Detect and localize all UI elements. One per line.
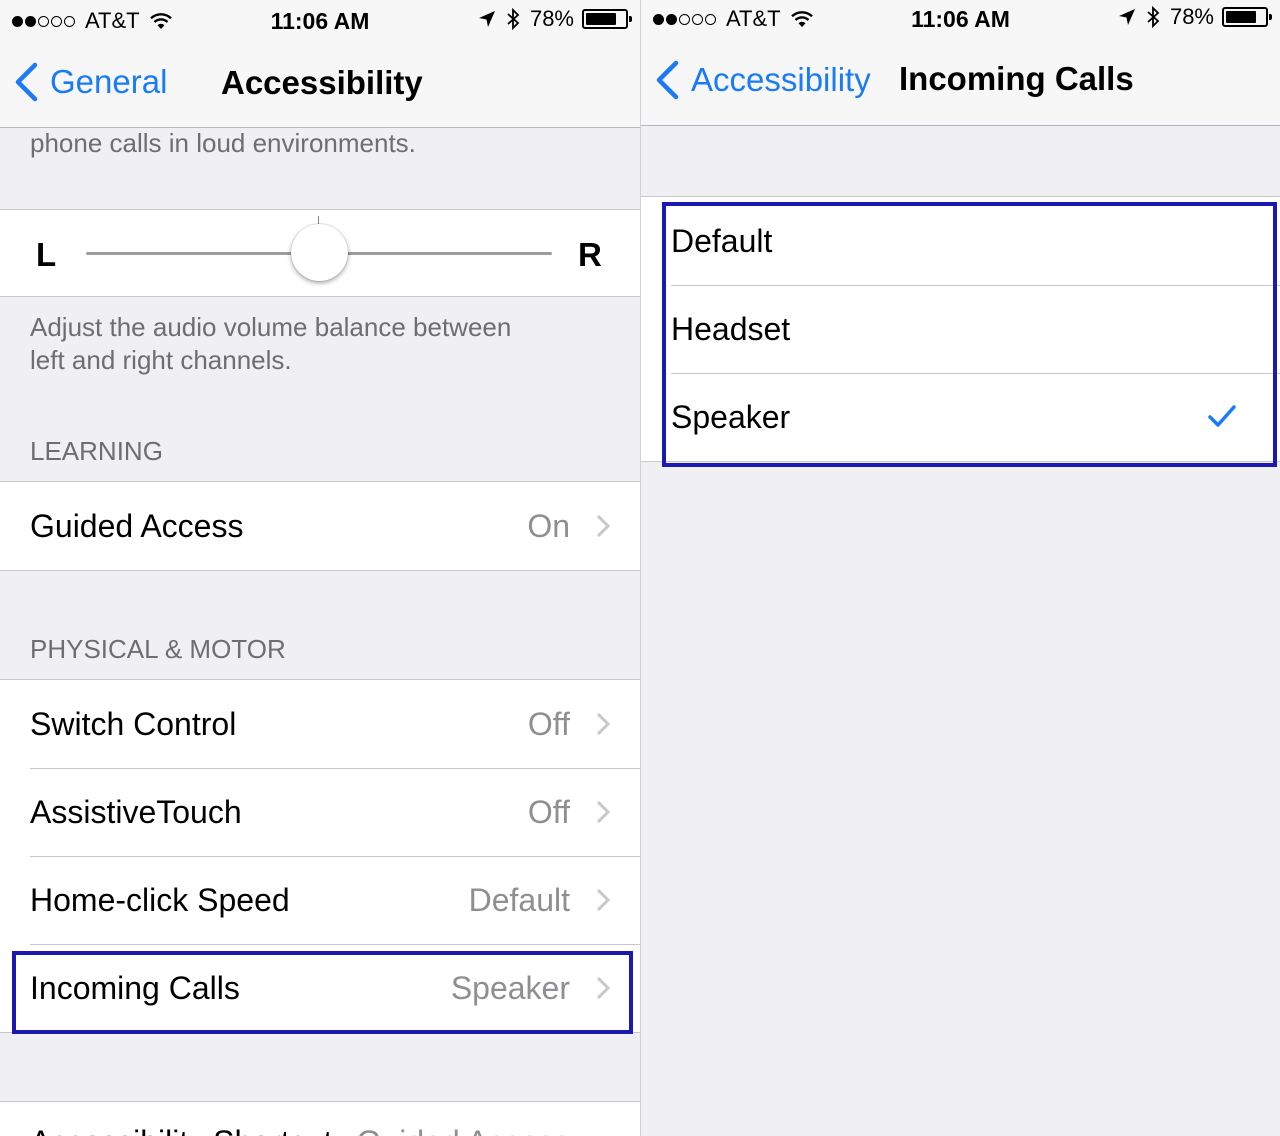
row-value: Guided Access [357, 1124, 570, 1136]
option-label: Headset [671, 310, 791, 347]
chevron-left-icon [15, 62, 38, 102]
incoming-calls-row[interactable]: Incoming Calls Speaker [0, 944, 640, 1032]
incoming-calls-screen: AT&T 11:06 AM 78% Accessibility Incoming… [641, 0, 1280, 1136]
balance-slider-knob[interactable] [290, 224, 348, 281]
battery-icon [1222, 7, 1272, 27]
chevron-right-icon [596, 800, 610, 824]
back-label: General [50, 63, 168, 100]
balance-description-line-1: Adjust the audio volume balance between [30, 312, 512, 342]
navigation: Accessibility Incoming Calls [641, 44, 1280, 124]
checkmark-icon [1208, 405, 1236, 427]
row-value: Default [468, 881, 570, 918]
page-title: Incoming Calls [899, 60, 1134, 97]
page-title: Accessibility [221, 64, 423, 101]
location-arrow-icon [478, 11, 495, 27]
bluetooth-icon [507, 8, 520, 30]
learning-group: Guided Access On [0, 481, 640, 571]
back-label: Accessibility [691, 61, 871, 98]
row-label: Switch Control [30, 705, 237, 742]
status-bar: AT&T 11:06 AM 78% [0, 0, 640, 40]
option-default-row[interactable]: Default [641, 197, 1280, 285]
status-right: 78% [1118, 4, 1272, 30]
shortcut-group: Accessibility Shortcut Guided Access [0, 1101, 640, 1136]
navigation: General Accessibility [0, 46, 640, 126]
accessibility-shortcut-row[interactable]: Accessibility Shortcut Guided Access [0, 1102, 640, 1136]
status-right: 78% [478, 6, 632, 32]
row-label: AssistiveTouch [30, 793, 242, 830]
row-value: On [527, 507, 570, 544]
option-headset-row[interactable]: Headset [641, 285, 1280, 373]
battery-percent: 78% [529, 6, 574, 31]
guided-access-row[interactable]: Guided Access On [0, 482, 640, 570]
section-header-physical-motor: PHYSICAL & MOTOR [30, 634, 286, 664]
status-bar: AT&T 11:06 AM 78% [641, 0, 1280, 40]
chevron-right-icon [596, 888, 610, 912]
chevron-left-icon [656, 60, 679, 100]
balance-slider-cell: L R [0, 209, 640, 297]
switch-control-row[interactable]: Switch Control Off [0, 680, 640, 768]
physical-motor-group: Switch Control Off AssistiveTouch Off Ho… [0, 679, 640, 1033]
battery-fill [1226, 11, 1256, 23]
nav-bar: AT&T 11:06 AM 78% [641, 0, 1280, 126]
section-header-learning: LEARNING [30, 436, 163, 466]
assistivetouch-row[interactable]: AssistiveTouch Off [0, 768, 640, 856]
battery-percent: 78% [1169, 4, 1214, 29]
chevron-right-icon [596, 514, 610, 538]
nav-bar: AT&T 11:06 AM 78% [0, 0, 640, 128]
option-speaker-row[interactable]: Speaker [641, 373, 1280, 461]
back-button[interactable]: Accessibility [655, 60, 871, 100]
row-label: Home-click Speed [30, 881, 290, 918]
balance-description: Adjust the audio volume balance between … [30, 311, 511, 377]
balance-description-line-2: left and right channels. [30, 345, 292, 375]
accessibility-screen: AT&T 11:06 AM 78% General Accessibility … [0, 0, 640, 1136]
row-label: Guided Access [30, 507, 244, 544]
bluetooth-icon [1147, 6, 1160, 28]
option-label: Default [671, 222, 773, 259]
chevron-right-icon [596, 976, 610, 1000]
home-click-speed-row[interactable]: Home-click Speed Default [0, 856, 640, 944]
slider-right-label: R [578, 236, 602, 273]
section-footer-partial: phone calls in loud environments. [30, 128, 416, 158]
chevron-right-icon [596, 712, 610, 736]
option-label: Speaker [671, 398, 791, 435]
battery-icon [582, 9, 632, 29]
row-value: Off [527, 793, 570, 830]
row-label: Accessibility Shortcut [30, 1124, 332, 1136]
slider-left-label: L [36, 236, 57, 273]
row-label: Incoming Calls [30, 969, 240, 1006]
location-arrow-icon [1118, 9, 1135, 25]
incoming-calls-options-group: Default Headset Speaker [641, 196, 1280, 462]
battery-fill [586, 13, 616, 25]
back-button[interactable]: General [14, 62, 167, 102]
row-value: Speaker [450, 969, 570, 1006]
row-value: Off [527, 705, 570, 742]
